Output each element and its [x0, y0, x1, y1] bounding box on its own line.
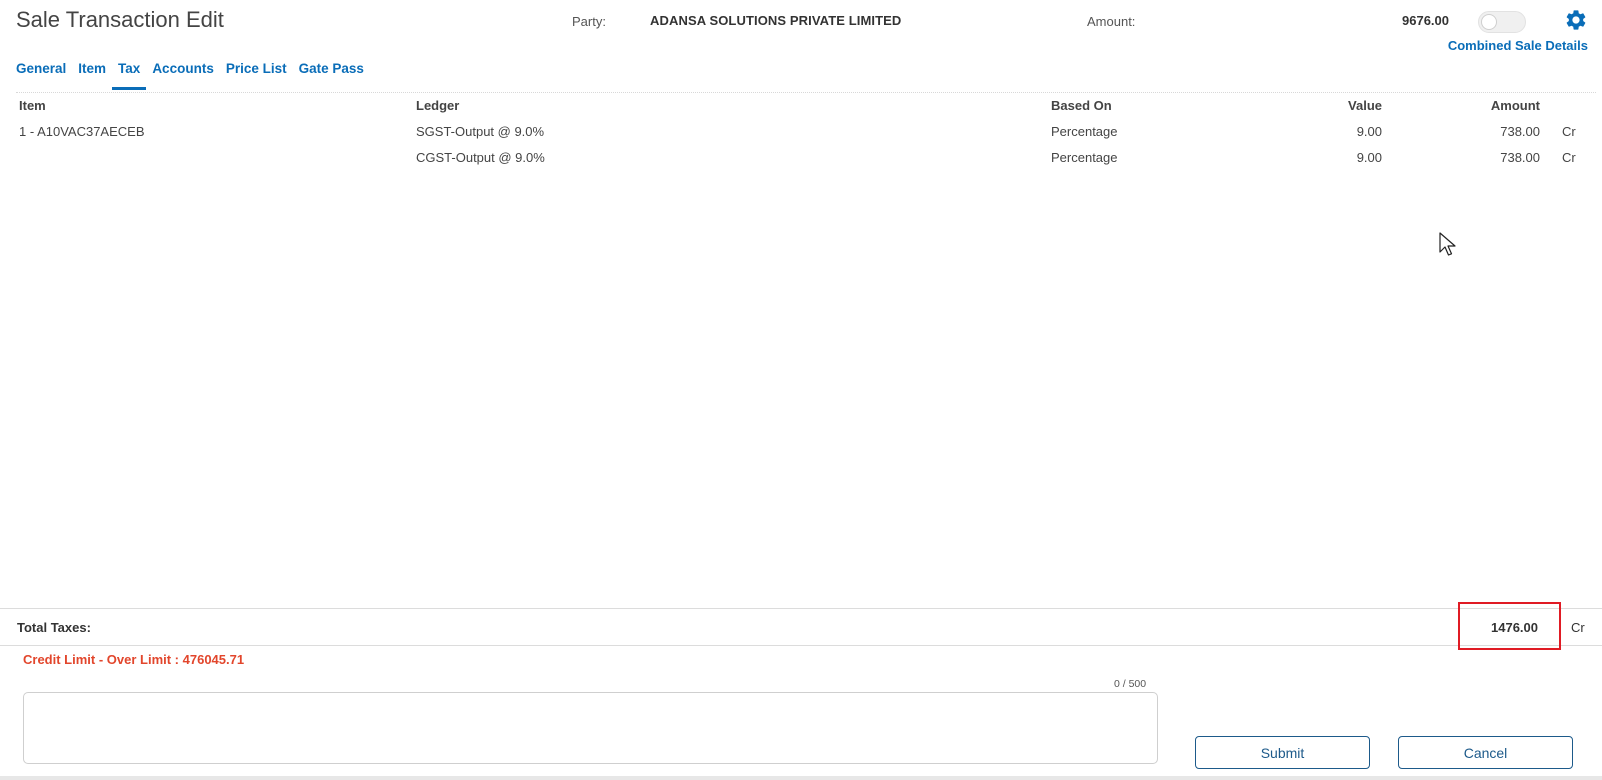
header-bar: Sale Transaction Edit Party: ADANSA SOLU…: [0, 0, 1602, 53]
tab-accounts[interactable]: Accounts: [152, 58, 214, 90]
highlight-annotation: [1458, 602, 1561, 650]
toggle-switch[interactable]: [1478, 11, 1526, 33]
char-counter: 0 / 500: [1114, 678, 1147, 690]
party-value: ADANSA SOLUTIONS PRIVATE LIMITED: [650, 13, 902, 28]
party-label: Party:: [572, 14, 606, 29]
total-taxes-bar: Total Taxes: 1476.00 Cr: [0, 608, 1602, 646]
remarks-textarea[interactable]: [23, 692, 1158, 764]
tab-gate-pass[interactable]: Gate Pass: [299, 58, 364, 90]
cell-cr-dr: Cr: [1562, 150, 1576, 165]
tab-item[interactable]: Item: [78, 58, 106, 90]
cell-value: 9.00: [1356, 124, 1382, 139]
column-header-value: Value: [1348, 98, 1382, 113]
cell-value: 9.00: [1356, 150, 1382, 165]
cell-based-on: Percentage: [1051, 150, 1118, 165]
table-row[interactable]: 1 - A10VAC37AECEB SGST-Output @ 9.0% Per…: [0, 124, 1602, 150]
mouse-cursor-icon: [1439, 232, 1456, 256]
tab-price-list[interactable]: Price List: [226, 58, 287, 90]
credit-limit-warning: Credit Limit - Over Limit : 476045.71: [23, 652, 245, 667]
bottom-edge: [0, 776, 1602, 780]
cell-ledger: CGST-Output @ 9.0%: [416, 150, 545, 165]
column-header-based-on: Based On: [1051, 98, 1112, 113]
toggle-knob: [1481, 14, 1497, 30]
table-row[interactable]: CGST-Output @ 9.0% Percentage 9.00 738.0…: [0, 150, 1602, 176]
amount-label: Amount:: [1087, 14, 1136, 29]
table-header-row: Item Ledger Based On Value Amount: [0, 98, 1602, 124]
cell-item: 1 - A10VAC37AECEB: [19, 124, 145, 139]
tab-tax[interactable]: Tax: [111, 58, 147, 90]
cell-amount: 738.00: [1500, 124, 1540, 139]
combined-sale-details-link[interactable]: Combined Sale Details: [1448, 38, 1588, 53]
column-header-ledger: Ledger: [416, 98, 460, 113]
total-taxes-label: Total Taxes:: [17, 620, 91, 635]
column-header-amount: Amount: [1490, 98, 1540, 113]
tab-bar: General Item Tax Accounts Price List Gat…: [16, 58, 376, 90]
cell-amount: 738.00: [1500, 150, 1540, 165]
tab-general[interactable]: General: [16, 58, 66, 90]
cell-cr-dr: Cr: [1562, 124, 1576, 139]
amount-value: 9676.00: [1402, 13, 1449, 28]
column-header-item: Item: [19, 98, 46, 113]
submit-button[interactable]: Submit: [1195, 736, 1370, 769]
gear-icon[interactable]: [1564, 8, 1588, 32]
cancel-button[interactable]: Cancel: [1398, 736, 1573, 769]
total-taxes-cr-dr: Cr: [1571, 620, 1585, 635]
cell-based-on: Percentage: [1051, 124, 1118, 139]
tabs-divider: [16, 92, 1596, 93]
cell-ledger: SGST-Output @ 9.0%: [416, 124, 545, 139]
page-title: Sale Transaction Edit: [16, 7, 224, 32]
